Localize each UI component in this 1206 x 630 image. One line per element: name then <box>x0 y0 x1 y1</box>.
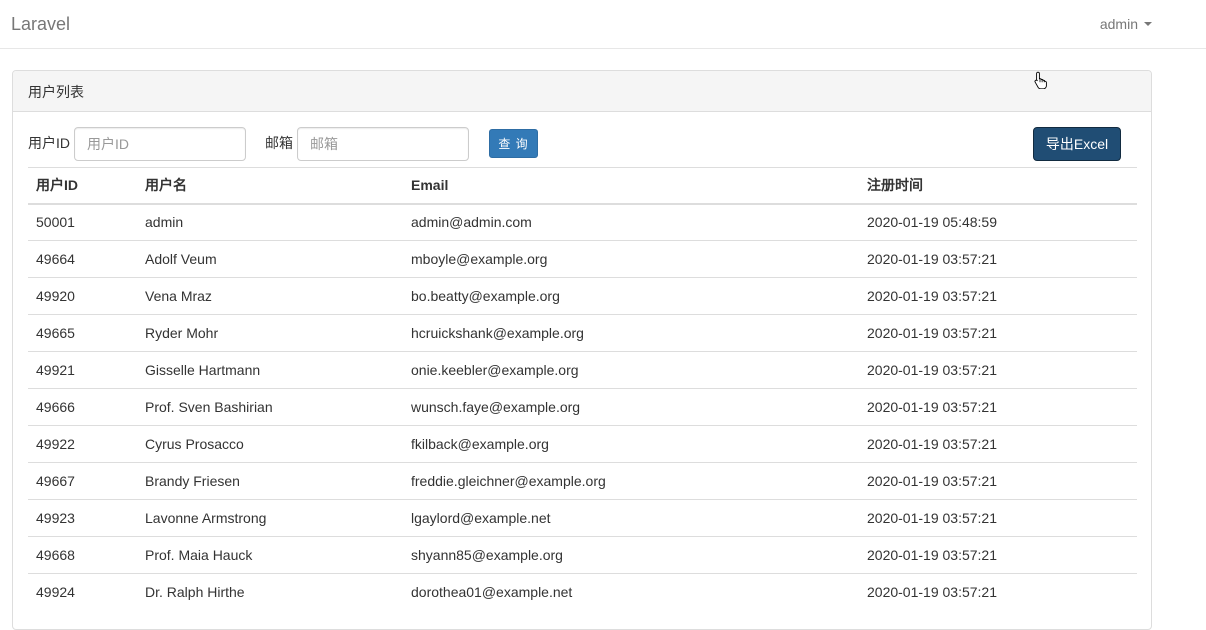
email-label: 邮箱 <box>265 135 293 151</box>
user-id-label: 用户ID <box>28 135 70 151</box>
cell-registered-at: 2020-01-19 03:57:21 <box>859 314 1137 352</box>
cell-user-id: 49665 <box>28 314 137 352</box>
cell-registered-at: 2020-01-19 03:57:21 <box>859 351 1137 389</box>
cell-username: admin <box>137 203 403 241</box>
cell-username: Brandy Friesen <box>137 462 403 500</box>
cell-email: lgaylord@example.net <box>403 499 859 537</box>
cell-email: bo.beatty@example.org <box>403 277 859 315</box>
cell-username: Vena Mraz <box>137 277 403 315</box>
table-row: 49923 Lavonne Armstrong lgaylord@example.n… <box>28 499 1137 537</box>
cell-registered-at: 2020-01-19 03:57:21 <box>859 573 1137 611</box>
cell-email: hcruickshank@example.org <box>403 314 859 352</box>
cell-username: Dr. Ralph Hirthe <box>137 573 403 611</box>
cell-user-id: 49666 <box>28 388 137 426</box>
top-navbar: Laravel admin <box>0 0 1206 49</box>
table-header-row: 用户ID 用户名 Email 注册时间 <box>28 167 1137 205</box>
table-row: 49920 Vena Mraz bo.beatty@example.org 2020-… <box>28 277 1137 315</box>
cell-user-id: 49921 <box>28 351 137 389</box>
column-header-registered-at: 注册时间 <box>859 167 1137 205</box>
cell-email: dorothea01@example.net <box>403 573 859 611</box>
cell-username: Gisselle Hartmann <box>137 351 403 389</box>
cell-registered-at: 2020-01-19 03:57:21 <box>859 240 1137 278</box>
cell-user-id: 49924 <box>28 573 137 611</box>
cell-email: admin@admin.com <box>403 203 859 241</box>
cell-email: shyann85@example.org <box>403 536 859 574</box>
cell-username: Prof. Sven Bashirian <box>137 388 403 426</box>
column-header-user-id: 用户ID <box>28 167 137 205</box>
cell-username: Prof. Maia Hauck <box>137 536 403 574</box>
cell-user-id: 49667 <box>28 462 137 500</box>
users-table: 用户ID 用户名 Email 注册时间 50001 admin admin@admi… <box>28 167 1137 611</box>
user-list-panel: 用户列表 用户ID 邮箱 查 询 导出Excel 用户ID 用户名 Email … <box>12 70 1152 630</box>
cell-username: Cyrus Prosacco <box>137 425 403 463</box>
table-row: 49921 Gisselle Hartmann onie.keebler@examp… <box>28 351 1137 389</box>
cell-registered-at: 2020-01-19 03:57:21 <box>859 536 1137 574</box>
table-row: 49667 Brandy Friesen freddie.gleichner@exa… <box>28 462 1137 500</box>
cell-registered-at: 2020-01-19 03:57:21 <box>859 277 1137 315</box>
cell-user-id: 49922 <box>28 425 137 463</box>
table-row: 49665 Ryder Mohr hcruickshank@example.org 2… <box>28 314 1137 352</box>
cell-email: onie.keebler@example.org <box>403 351 859 389</box>
cell-email: wunsch.faye@example.org <box>403 388 859 426</box>
cell-registered-at: 2020-01-19 03:57:21 <box>859 425 1137 463</box>
cell-registered-at: 2020-01-19 05:48:59 <box>859 203 1137 241</box>
email-input[interactable] <box>297 127 469 161</box>
cell-registered-at: 2020-01-19 03:57:21 <box>859 499 1137 537</box>
query-button[interactable]: 查 询 <box>489 129 538 158</box>
cell-user-id: 49923 <box>28 499 137 537</box>
user-id-input[interactable] <box>74 127 246 161</box>
cell-user-id: 50001 <box>28 203 137 241</box>
caret-down-icon <box>1144 22 1152 26</box>
cell-username: Lavonne Armstrong <box>137 499 403 537</box>
cell-registered-at: 2020-01-19 03:57:21 <box>859 388 1137 426</box>
table-row: 49924 Dr. Ralph Hirthe dorothea01@example.… <box>28 573 1137 611</box>
cell-email: mboyle@example.org <box>403 240 859 278</box>
cell-registered-at: 2020-01-19 03:57:21 <box>859 462 1137 500</box>
cell-username: Ryder Mohr <box>137 314 403 352</box>
table-row: 49666 Prof. Sven Bashirian wunsch.faye@exa… <box>28 388 1137 426</box>
cell-username: Adolf Veum <box>137 240 403 278</box>
table-row: 49668 Prof. Maia Hauck shyann85@example.or… <box>28 536 1137 574</box>
cell-user-id: 49664 <box>28 240 137 278</box>
table-row: 50001 admin admin@admin.com 2020-01-19 05:4… <box>28 203 1137 241</box>
cell-user-id: 49668 <box>28 536 137 574</box>
user-name-label: admin <box>1099 16 1138 32</box>
user-dropdown-toggle[interactable]: admin <box>1100 15 1152 33</box>
export-excel-button[interactable]: 导出Excel <box>1033 127 1121 161</box>
table-body: 50001 admin admin@admin.com 2020-01-19 05:4… <box>28 203 1137 611</box>
cell-user-id: 49920 <box>28 277 137 315</box>
table-row: 49664 Adolf Veum mboyle@example.org 2020-01… <box>28 240 1137 278</box>
hand-pointer-icon <box>1034 71 1047 89</box>
cell-email: fkilback@example.org <box>403 425 859 463</box>
panel-title: 用户列表 <box>13 71 1151 112</box>
column-header-email: Email <box>403 167 859 205</box>
table-row: 49922 Cyrus Prosacco fkilback@example.org 2… <box>28 425 1137 463</box>
brand-logo-link[interactable]: Laravel <box>11 13 70 35</box>
filter-form: 用户ID 邮箱 查 询 导出Excel <box>28 127 1137 163</box>
column-header-username: 用户名 <box>137 167 403 205</box>
cell-email: freddie.gleichner@example.org <box>403 462 859 500</box>
